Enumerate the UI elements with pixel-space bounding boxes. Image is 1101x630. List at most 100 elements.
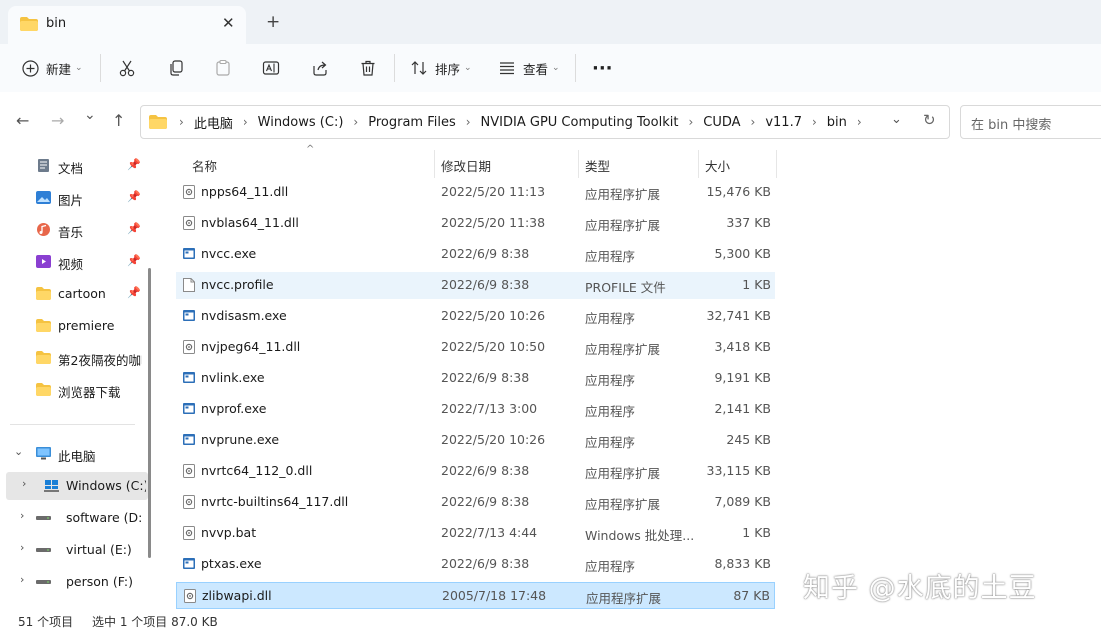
item-count: 51 个项目 <box>18 615 74 629</box>
breadcrumb-nvidia-toolkit[interactable]: NVIDIA GPU Computing Toolkit <box>477 115 683 130</box>
sidebar-item-premiere[interactable]: premiere <box>0 312 142 340</box>
cut-button[interactable] <box>118 44 136 92</box>
file-size: 1 KB <box>742 277 771 292</box>
forward-arrow-icon[interactable]: → <box>51 111 64 130</box>
share-button[interactable] <box>311 44 329 92</box>
file-row[interactable]: nvjpeg64_11.dll 2022/5/20 10:50 应用程序扩展 3,41… <box>176 334 775 361</box>
new-tab-button[interactable]: + <box>266 12 280 32</box>
column-divider[interactable] <box>776 150 777 178</box>
file-row[interactable]: nvlink.exe 2022/6/9 8:38 应用程序 9,191 KB <box>176 365 775 392</box>
file-row[interactable]: nvrtc-builtins64_117.dll 2022/6/9 8:38 应用程… <box>176 489 775 516</box>
file-row[interactable]: zlibwapi.dll 2005/7/18 17:48 应用程序扩展 87 KB <box>176 582 775 609</box>
chevron-right-icon[interactable]: › <box>20 541 24 554</box>
column-header-type[interactable]: 类型 <box>585 156 610 175</box>
file-name: nvcc.profile <box>201 277 274 292</box>
drive-icon <box>36 580 51 584</box>
paste-button[interactable] <box>214 44 232 92</box>
breadcrumb-this-pc[interactable]: 此电脑 <box>190 113 237 132</box>
copy-button[interactable] <box>167 44 185 92</box>
file-date: 2022/6/9 8:38 <box>441 494 530 509</box>
column-header-size[interactable]: 大小 <box>705 156 730 175</box>
file-row[interactable]: nvdisasm.exe 2022/5/20 10:26 应用程序 32,741 KB <box>176 303 775 330</box>
column-header-name[interactable]: 名称 <box>192 156 217 175</box>
file-row[interactable]: nvprune.exe 2022/5/20 10:26 应用程序 245 KB <box>176 427 775 454</box>
chevron-down-icon: ⌄ <box>552 63 560 73</box>
delete-button[interactable] <box>359 44 377 92</box>
file-row[interactable]: nvprof.exe 2022/7/13 3:00 应用程序 2,141 KB <box>176 396 775 423</box>
up-arrow-icon[interactable]: ↑ <box>112 111 125 130</box>
file-row[interactable]: nvcc.exe 2022/6/9 8:38 应用程序 5,300 KB <box>176 241 775 268</box>
sidebar-item-pictures[interactable]: 图片 📌 <box>0 184 142 212</box>
chevron-right-icon[interactable]: › <box>682 115 699 129</box>
videos-icon <box>36 255 51 268</box>
column-header-date[interactable]: 修改日期 <box>441 156 491 175</box>
file-row[interactable]: nvcc.profile 2022/6/9 8:38 PROFILE 文件 1 KB <box>176 272 775 299</box>
sidebar-item-label: 浏览器下载 <box>58 385 121 400</box>
chevron-right-icon[interactable]: › <box>347 115 364 129</box>
file-row[interactable]: nvrtc64_112_0.dll 2022/6/9 8:38 应用程序扩展 33,1… <box>176 458 775 485</box>
chevron-right-icon[interactable]: › <box>806 115 823 129</box>
file-row[interactable]: ptxas.exe 2022/6/9 8:38 应用程序 8,833 KB <box>176 551 775 578</box>
sidebar-item-cartoon[interactable]: cartoon 📌 <box>0 280 142 308</box>
chevron-right-icon[interactable]: › <box>20 573 24 586</box>
column-divider[interactable] <box>578 150 579 178</box>
sidebar-item-videos[interactable]: 视频 📌 <box>0 248 142 276</box>
chevron-right-icon[interactable]: › <box>22 477 26 490</box>
sidebar-item-drive-d[interactable]: › software (D:) <box>0 504 142 532</box>
breadcrumb-windows-c[interactable]: Windows (C:) <box>254 115 348 130</box>
sidebar-divider <box>10 424 135 425</box>
sidebar-item-drive-e[interactable]: › virtual (E:) <box>0 536 142 564</box>
address-bar[interactable]: › 此电脑 › Windows (C:) › Program Files › N… <box>140 105 950 139</box>
sidebar-item-music[interactable]: 音乐 📌 <box>0 216 142 244</box>
address-dropdown-icon[interactable]: ⌄ <box>891 112 902 127</box>
sidebar-item-this-pc[interactable]: ⌄ 此电脑 <box>0 440 142 468</box>
exe-file-icon <box>183 558 195 569</box>
chevron-right-icon[interactable]: › <box>460 115 477 129</box>
breadcrumb-program-files[interactable]: Program Files <box>364 115 460 130</box>
sidebar-item-drive-f[interactable]: › person (F:) <box>0 568 142 596</box>
file-date: 2022/7/13 4:44 <box>441 525 538 540</box>
breadcrumb-bin[interactable]: bin <box>823 115 851 130</box>
file-row[interactable]: nvblas64_11.dll 2022/5/20 11:38 应用程序扩展 337 … <box>176 210 775 237</box>
file-size: 1 KB <box>742 525 771 540</box>
sidebar-item-drive-c[interactable]: › Windows (C:) <box>6 472 148 500</box>
view-button[interactable]: 查看 ⌄ <box>498 44 560 92</box>
sidebar-item-browser-downloads[interactable]: 浏览器下载 <box>0 376 142 404</box>
breadcrumb-cuda[interactable]: CUDA <box>699 115 744 130</box>
pin-icon: 📌 <box>127 254 141 267</box>
column-divider[interactable] <box>434 150 435 178</box>
folder-icon <box>36 319 51 332</box>
search-placeholder: 在 bin 中搜索 <box>971 118 1052 133</box>
sidebar-item-documents[interactable]: 文档 📌 <box>0 152 142 180</box>
sort-label: 排序 <box>435 61 461 77</box>
chevron-right-icon[interactable]: › <box>173 115 190 129</box>
recent-locations-icon[interactable]: ⌄ <box>84 107 96 123</box>
folder-icon <box>36 383 51 396</box>
close-tab-icon[interactable]: ✕ <box>222 14 235 32</box>
breadcrumb-v11-7[interactable]: v11.7 <box>761 115 806 130</box>
file-date: 2005/7/18 17:48 <box>442 588 547 603</box>
chevron-down-icon[interactable]: ⌄ <box>14 445 23 458</box>
file-name: zlibwapi.dll <box>202 588 272 603</box>
file-name: nvblas64_11.dll <box>201 215 299 230</box>
chevron-right-icon[interactable]: › <box>237 115 254 129</box>
sort-button[interactable]: 排序 ⌄ <box>410 44 472 92</box>
column-divider[interactable] <box>698 150 699 178</box>
chevron-right-icon[interactable]: › <box>851 115 868 129</box>
chevron-right-icon[interactable]: › <box>20 509 24 522</box>
sidebar-scrollbar[interactable] <box>148 268 151 558</box>
tab-bin[interactable]: bin ✕ <box>8 6 246 44</box>
file-date: 2022/6/9 8:38 <box>441 246 530 261</box>
chevron-right-icon[interactable]: › <box>745 115 762 129</box>
folder-icon <box>36 351 51 364</box>
file-row[interactable]: npps64_11.dll 2022/5/20 11:13 应用程序扩展 15,476… <box>176 179 775 206</box>
file-date: 2022/7/13 3:00 <box>441 401 538 416</box>
rename-button[interactable] <box>262 44 280 92</box>
new-button[interactable]: 新建 ⌄ <box>22 44 83 92</box>
refresh-icon[interactable]: ↻ <box>923 111 936 129</box>
file-row[interactable]: nvvp.bat 2022/7/13 4:44 Windows 批处理... 1 KB <box>176 520 775 547</box>
more-options-button[interactable]: ··· <box>592 44 613 92</box>
back-arrow-icon[interactable]: ← <box>16 111 29 130</box>
search-input[interactable]: 在 bin 中搜索 <box>960 105 1101 139</box>
sidebar-item-coffee[interactable]: 第2夜隔夜的咖啡 <box>0 344 142 372</box>
